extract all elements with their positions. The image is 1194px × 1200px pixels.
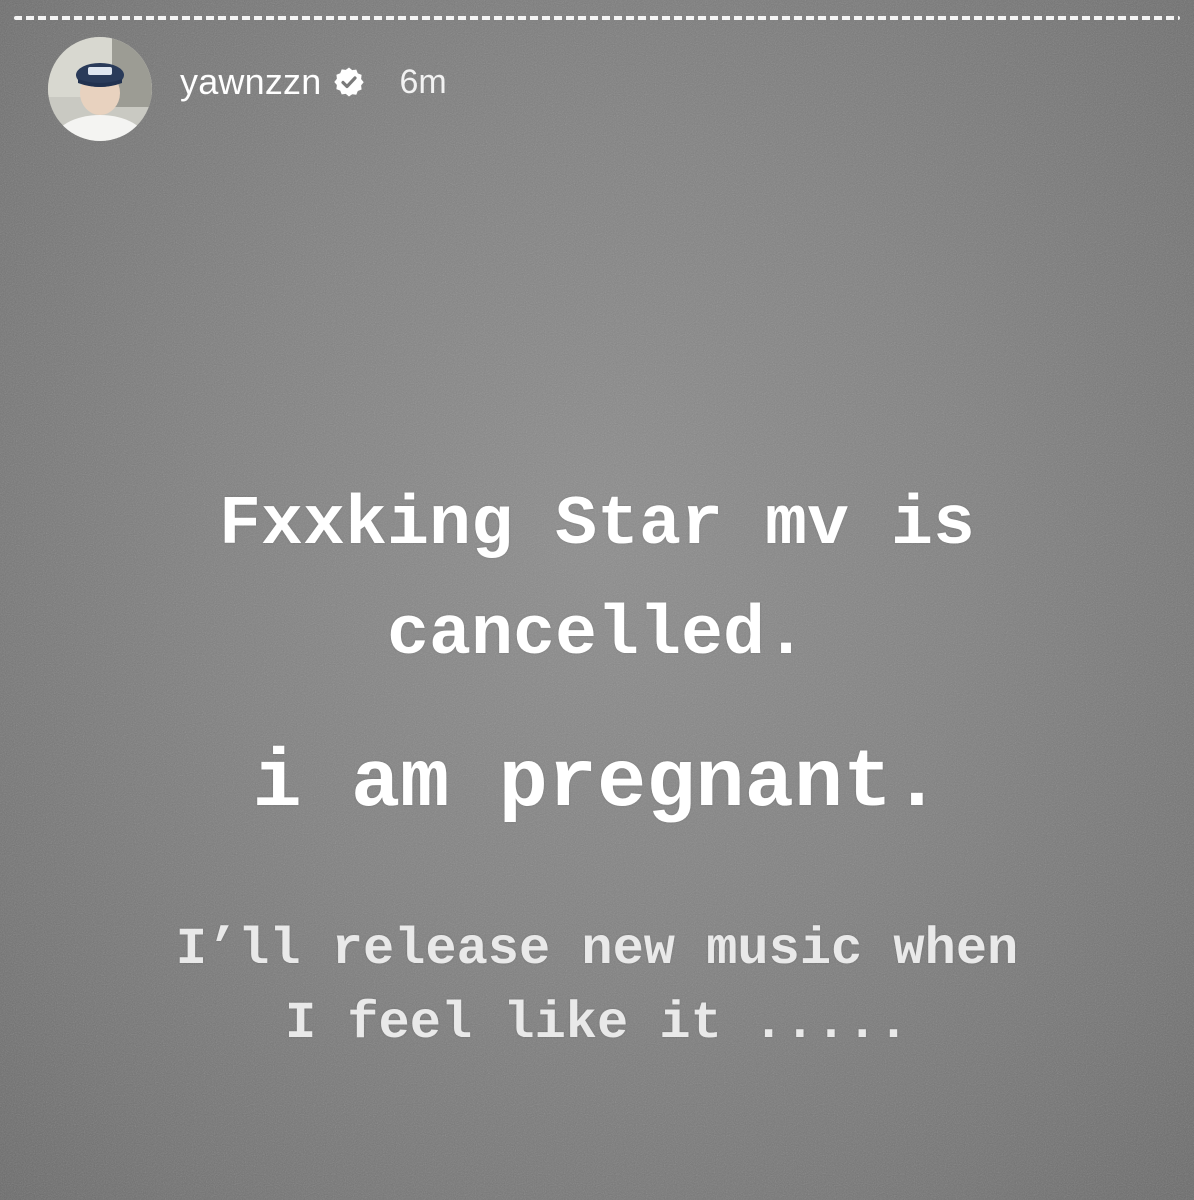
verified-badge-icon <box>333 66 365 98</box>
story-text-line: I feel like it ..... <box>284 994 910 1053</box>
story-text-line: i am pregnant. <box>252 737 942 830</box>
story-text-line: I’ll release new music when <box>175 920 1019 979</box>
story-header: yawnzzn 6m <box>48 37 447 141</box>
story-meta: yawnzzn 6m <box>180 61 447 103</box>
post-time: 6m <box>399 62 447 101</box>
story-view[interactable]: yawnzzn 6m Fxxking Star mv is cancelled.… <box>0 0 1194 1200</box>
username[interactable]: yawnzzn <box>180 61 321 103</box>
story-text-line: cancelled. <box>386 596 808 675</box>
avatar[interactable] <box>48 37 152 141</box>
story-progress-bar <box>14 16 1180 20</box>
story-text-line: Fxxking Star mv is <box>218 486 976 565</box>
